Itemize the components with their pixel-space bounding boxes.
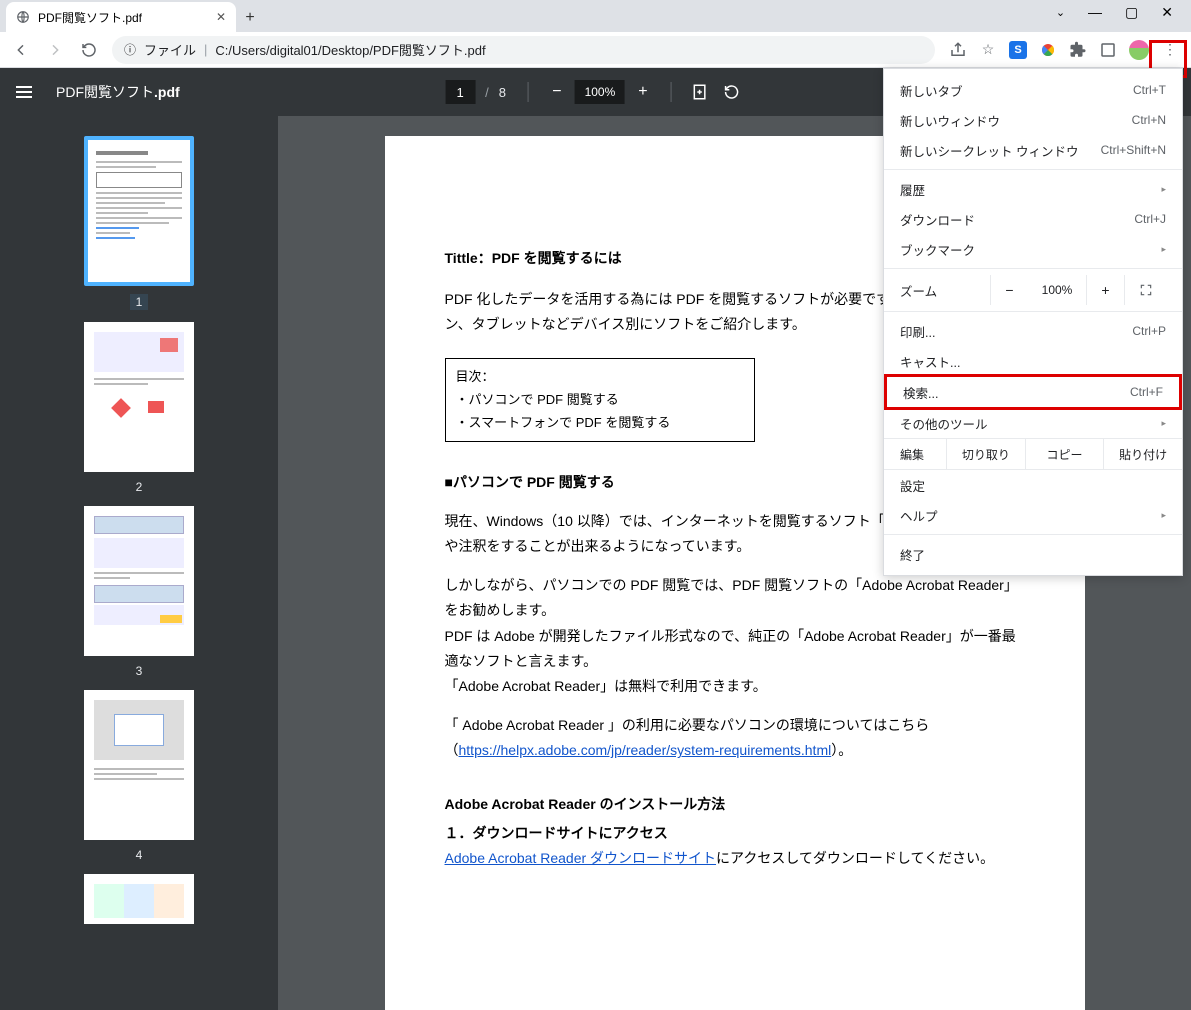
section-heading-2: Adobe Acrobat Reader のインストール方法: [445, 792, 1025, 817]
forward-button[interactable]: [40, 35, 70, 65]
menu-help[interactable]: ヘルプ: [884, 500, 1182, 530]
zoom-level[interactable]: 100%: [575, 80, 625, 104]
back-button[interactable]: [6, 35, 36, 65]
highlight-find: 検索...Ctrl+F: [884, 374, 1182, 410]
menu-cast[interactable]: キャスト...: [884, 346, 1182, 376]
menu-find[interactable]: 検索...Ctrl+F: [887, 377, 1179, 407]
browser-tab[interactable]: PDF閲覧ソフト.pdf ✕: [6, 2, 236, 32]
menu-paste[interactable]: 貼り付け: [1103, 439, 1182, 469]
globe-icon: [16, 10, 30, 24]
address-scheme: ファイル: [144, 40, 196, 59]
extension-icon-3[interactable]: [1099, 41, 1117, 59]
kebab-menu-button[interactable]: ⋮: [1161, 41, 1179, 59]
new-tab-button[interactable]: +: [236, 4, 264, 32]
address-bar[interactable]: ⓘ ファイル | C:/Users/digital01/Desktop/PDF閲…: [112, 36, 935, 64]
fit-page-icon[interactable]: [686, 78, 714, 106]
tab-strip: PDF閲覧ソフト.pdf ✕ +: [0, 0, 1191, 32]
page-number-input[interactable]: [445, 80, 475, 104]
menu-zoom-out[interactable]: −: [990, 275, 1028, 305]
menu-zoom-value: 100%: [1028, 283, 1086, 297]
zoom-in-button[interactable]: +: [629, 78, 657, 106]
document-title: PDF閲覧ソフト.pdf: [56, 82, 180, 102]
thumbnail-3[interactable]: 3: [84, 506, 194, 678]
page-total: 8: [499, 85, 506, 100]
extension-icon-1[interactable]: S: [1009, 41, 1027, 59]
fullscreen-icon[interactable]: [1124, 275, 1166, 305]
menu-cut[interactable]: 切り取り: [946, 439, 1025, 469]
zoom-out-button[interactable]: −: [543, 78, 571, 106]
menu-edit-label: 編集: [884, 439, 946, 469]
thumbnail-2[interactable]: 2: [84, 322, 194, 494]
window-minimize-icon[interactable]: —: [1088, 4, 1102, 20]
share-icon[interactable]: [949, 41, 967, 59]
tab-title: PDF閲覧ソフト.pdf: [38, 9, 142, 26]
menu-more-tools[interactable]: その他のツール: [884, 408, 1182, 438]
menu-settings[interactable]: 設定: [884, 470, 1182, 500]
menu-new-window[interactable]: 新しいウィンドウCtrl+N: [884, 105, 1182, 135]
window-controls: ⌄ — ▢ ✕: [1056, 0, 1191, 24]
extensions-puzzle-icon[interactable]: [1069, 41, 1087, 59]
reload-button[interactable]: [74, 35, 104, 65]
extension-tray: ☆ S ⋮: [943, 40, 1185, 60]
window-maximize-icon[interactable]: ▢: [1125, 4, 1138, 21]
menu-zoom: ズーム − 100% +: [884, 273, 1182, 307]
menu-history[interactable]: 履歴: [884, 174, 1182, 204]
requirements-link[interactable]: https://helpx.adobe.com/jp/reader/system…: [459, 742, 832, 758]
thumbnail-1[interactable]: 1: [84, 136, 194, 310]
download-link[interactable]: Adobe Acrobat Reader ダウンロードサイト: [445, 850, 717, 866]
pdf-toolbar-center: / 8 − 100% +: [445, 68, 746, 116]
bookmark-star-icon[interactable]: ☆: [979, 41, 997, 59]
menu-incognito[interactable]: 新しいシークレット ウィンドウCtrl+Shift+N: [884, 135, 1182, 165]
address-path: C:/Users/digital01/Desktop/PDF閲覧ソフト.pdf: [215, 40, 485, 59]
chrome-menu: 新しいタブCtrl+T 新しいウィンドウCtrl+N 新しいシークレット ウィン…: [883, 68, 1183, 576]
window-close-icon[interactable]: ✕: [1161, 4, 1173, 21]
menu-print[interactable]: 印刷...Ctrl+P: [884, 316, 1182, 346]
sidebar-toggle-icon[interactable]: [16, 86, 32, 98]
thumbnail-4[interactable]: 4: [84, 690, 194, 862]
extension-icon-2[interactable]: [1039, 41, 1057, 59]
menu-downloads[interactable]: ダウンロードCtrl+J: [884, 204, 1182, 234]
menu-zoom-in[interactable]: +: [1086, 275, 1124, 305]
menu-bookmarks[interactable]: ブックマーク: [884, 234, 1182, 264]
thumbnail-5[interactable]: [84, 874, 194, 924]
tab-close-icon[interactable]: ✕: [216, 10, 226, 24]
menu-exit[interactable]: 終了: [884, 539, 1182, 569]
window-chevron-icon[interactable]: ⌄: [1056, 6, 1065, 19]
toolbar: ⓘ ファイル | C:/Users/digital01/Desktop/PDF閲…: [0, 32, 1191, 68]
menu-copy[interactable]: コピー: [1025, 439, 1104, 469]
profile-avatar-icon[interactable]: [1129, 40, 1149, 60]
thumbnail-panel[interactable]: 1 2 3 4: [0, 116, 278, 1010]
rotate-icon[interactable]: [718, 78, 746, 106]
toc-box: 目次： ・パソコンで PDF 閲覧する ・スマートフォンで PDF を閲覧する: [445, 358, 755, 442]
menu-edit-row: 編集 切り取り コピー 貼り付け: [884, 438, 1182, 470]
page-info-icon[interactable]: ⓘ: [124, 41, 136, 58]
menu-new-tab[interactable]: 新しいタブCtrl+T: [884, 75, 1182, 105]
